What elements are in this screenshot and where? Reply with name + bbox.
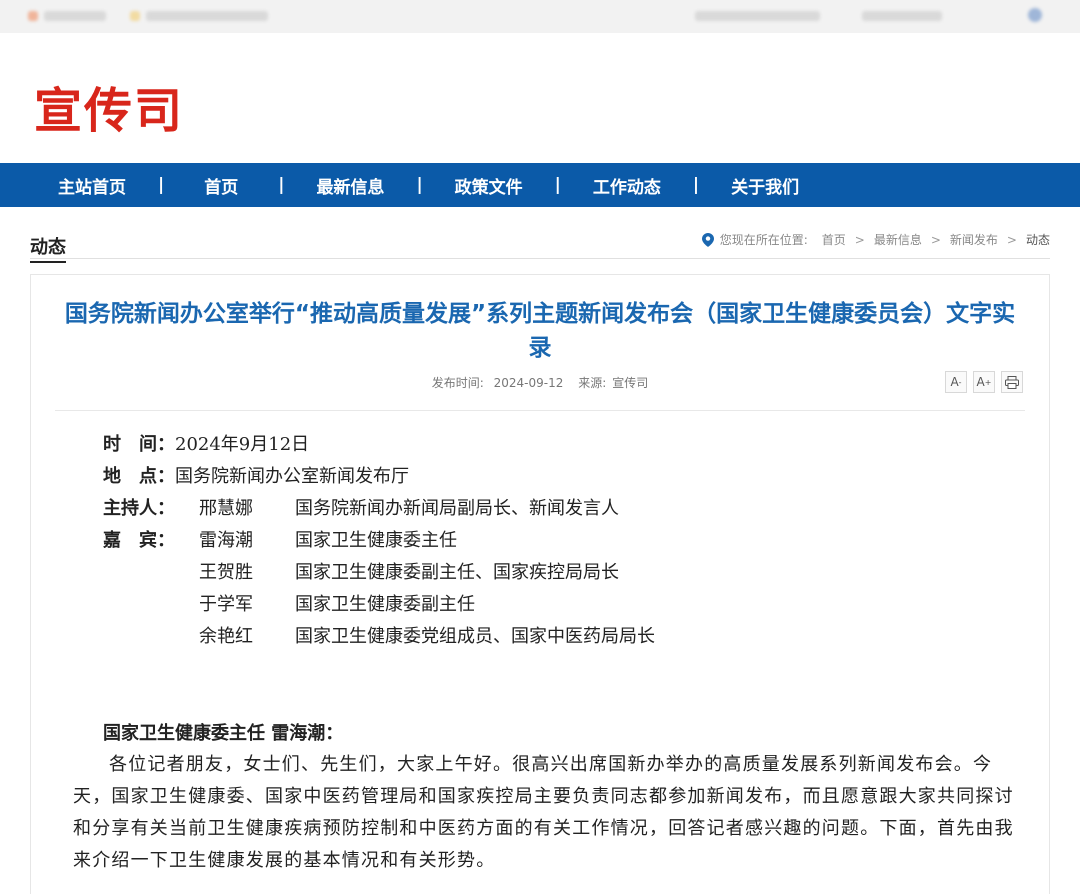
guest-name: 王贺胜 [199, 562, 253, 583]
top-utility-bar [0, 0, 1080, 33]
blurred-link[interactable] [44, 11, 106, 21]
source-label: 来源: [578, 376, 607, 390]
nav-item-work-news[interactable]: 工作动态 [571, 173, 683, 198]
guest-role: 国家卫生健康委副主任、国家疾控局局长 [295, 562, 619, 583]
speech-paragraph: 各位记者朋友，女士们、先生们，大家上午好。很高兴出席国新办举办的高质量发展系列新… [73, 754, 1014, 871]
blurred-link[interactable] [146, 11, 268, 21]
font-smaller-button[interactable]: A- [945, 371, 967, 393]
nav-separator: | [158, 175, 165, 195]
article-tools: A- A + [945, 371, 1023, 393]
location-pin-icon [701, 232, 714, 247]
article-title: 国务院新闻办公室举行“推动高质量发展”系列主题新闻发布会（国家卫生健康委员会）文… [64, 301, 1016, 361]
breadcrumb-news-release[interactable]: 新闻发布 [950, 231, 998, 248]
section-bar: 动态 您现在所在位置: 首页 > 最新信息 > 新闻发布 > 动态 [30, 207, 1050, 263]
site-logo[interactable]: 宣传司 [34, 71, 184, 141]
host-role: 国务院新闻办新闻局副局长、新闻发言人 [295, 498, 619, 519]
time-label: 时 间： [103, 434, 175, 455]
host-label: 主持人： [103, 498, 175, 519]
source-value: 宣传司 [612, 376, 649, 390]
article-body: 时 间： 2024年9月12日 地 点： 国务院新闻办公室新闻发布厅 主持人： … [31, 427, 1049, 877]
guest-row: 余艳红 国家卫生健康委党组成员、国家中医药局局长 [103, 619, 1049, 651]
nav-separator: | [278, 175, 285, 195]
nav-item-main-home[interactable]: 主站首页 [36, 173, 148, 198]
breadcrumb: 您现在所在位置: 首页 > 最新信息 > 新闻发布 > 动态 [701, 231, 1050, 248]
breadcrumb-latest-info[interactable]: 最新信息 [874, 231, 922, 248]
site-header: 宣传司 [0, 33, 1080, 163]
host-row: 主持人： 邢慧娜 国务院新闻办新闻局副局长、新闻发言人 [103, 491, 1049, 523]
article-card: 国务院新闻办公室举行“推动高质量发展”系列主题新闻发布会（国家卫生健康委员会）文… [30, 274, 1050, 894]
print-button[interactable] [1001, 371, 1023, 393]
breadcrumb-separator: > [930, 232, 941, 247]
place-label: 地 点： [103, 466, 175, 487]
nav-separator: | [554, 175, 561, 195]
time-row: 时 间： 2024年9月12日 [103, 427, 1049, 459]
nav-separator: | [692, 175, 700, 195]
homepage-icon [28, 11, 38, 21]
blurred-search-field[interactable] [862, 11, 942, 21]
guests-label: 嘉 宾： [103, 530, 175, 551]
guest-row: 王贺胜 国家卫生健康委副主任、国家疾控局局长 [103, 555, 1049, 587]
nav-item-latest-info[interactable]: 最新信息 [294, 173, 406, 198]
nav-item-about-us[interactable]: 关于我们 [709, 173, 821, 198]
place-row: 地 点： 国务院新闻办公室新闻发布厅 [103, 459, 1049, 491]
guest-row: 于学军 国家卫生健康委副主任 [103, 587, 1049, 619]
main-nav: 主站首页 | 首页 | 最新信息 | 政策文件 | 工作动态 | 关于我们 [0, 163, 1080, 207]
font-larger-button[interactable]: A + [973, 371, 995, 393]
publish-date: 2024-09-12 [493, 376, 564, 390]
guest-row: 嘉 宾： 雷海潮 国家卫生健康委主任 [103, 523, 1049, 555]
event-info: 时 间： 2024年9月12日 地 点： 国务院新闻办公室新闻发布厅 主持人： … [103, 427, 1049, 651]
host-name: 邢慧娜 [199, 498, 253, 519]
speaker-heading: 国家卫生健康委主任 雷海潮： [103, 723, 344, 744]
guest-role: 国家卫生健康委主任 [295, 530, 457, 551]
nav-item-home[interactable]: 首页 [174, 173, 268, 198]
breadcrumb-prefix: 您现在所在位置: [719, 233, 808, 247]
guest-name: 雷海潮 [199, 530, 253, 551]
breadcrumb-home[interactable]: 首页 [822, 231, 846, 248]
favorite-icon [130, 11, 140, 21]
guest-role: 国家卫生健康委党组成员、国家中医药局局长 [295, 626, 655, 647]
section-title: 动态 [30, 233, 66, 263]
time-value: 2024年9月12日 [175, 434, 310, 455]
search-icon[interactable] [1028, 8, 1042, 22]
print-icon [1005, 375, 1019, 389]
place-value: 国务院新闻办公室新闻发布厅 [175, 466, 409, 487]
breadcrumb-separator: > [1006, 232, 1017, 247]
guest-name: 余艳红 [199, 626, 253, 647]
blurred-text [695, 11, 820, 21]
article-meta: 发布时间: 2024-09-12 来源: 宣传司 A- A + [55, 365, 1025, 411]
nav-separator: | [416, 175, 423, 195]
nav-item-policy-docs[interactable]: 政策文件 [433, 173, 545, 198]
guest-role: 国家卫生健康委副主任 [295, 594, 475, 615]
breadcrumb-separator: > [854, 232, 865, 247]
guest-name: 于学军 [199, 594, 253, 615]
breadcrumb-current: 动态 [1025, 233, 1050, 247]
date-label: 发布时间: [431, 376, 484, 390]
